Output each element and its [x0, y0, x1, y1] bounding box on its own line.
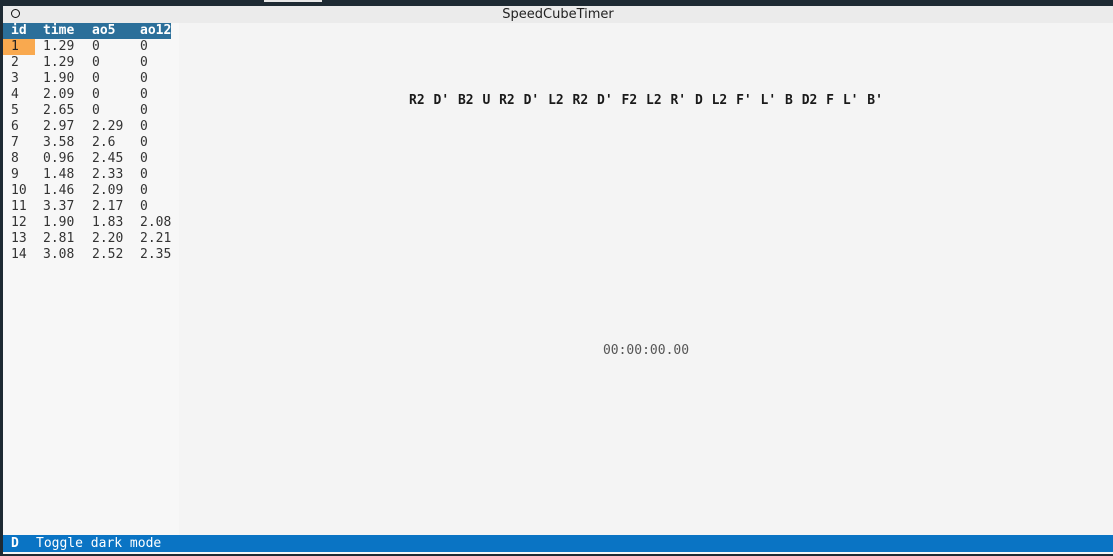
cell-ao12: 2.08 — [140, 215, 172, 230]
table-row[interactable]: 1 1.29 0 0 — [3, 39, 171, 55]
cell-ao5: 0 — [92, 55, 100, 70]
column-header-ao5[interactable]: ao5 — [84, 23, 132, 39]
cell-time: 3.08 — [43, 247, 75, 262]
cell-id: 12 — [11, 215, 27, 230]
cell-time: 1.29 — [43, 39, 75, 54]
cell-ao12: 0 — [140, 87, 148, 102]
cell-ao5: 0 — [92, 71, 100, 86]
cell-ao5: 2.45 — [92, 151, 124, 166]
cell-id: 14 — [11, 247, 27, 262]
table-row[interactable]: 3 1.90 0 0 — [3, 71, 171, 87]
cell-ao5: 2.52 — [92, 247, 124, 262]
cell-ao12: 0 — [140, 55, 148, 70]
cell-ao5: 0 — [92, 87, 100, 102]
times-table: id time ao5 ao12 1 1.29 0 0 2 1.29 0 0 3 1.90 0 0 4 2… — [3, 23, 172, 263]
cell-ao12: 0 — [140, 167, 148, 182]
cell-ao5: 0 — [92, 39, 100, 54]
main-area: R2 D' B2 U R2 D' L2 R2 D' F2 L2 R' D L2 … — [179, 23, 1113, 535]
cell-ao12: 0 — [140, 103, 148, 118]
cell-id: 1 — [3, 39, 35, 55]
timer-display: 00:00:00.00 — [602, 343, 690, 358]
app-window: SpeedCubeTimer id time ao5 ao12 1 1.29 0 0 2… — [3, 6, 1113, 554]
cell-id: 11 — [11, 199, 27, 214]
table-row[interactable]: 2 1.29 0 0 — [3, 55, 171, 71]
cell-ao12: 0 — [140, 39, 148, 54]
cell-ao12: 0 — [140, 199, 148, 214]
cell-ao12: 0 — [140, 183, 148, 198]
table-row[interactable]: 8 0.96 2.45 0 — [3, 151, 171, 167]
cell-ao12: 0 — [140, 119, 148, 134]
table-row[interactable]: 6 2.97 2.29 0 — [3, 119, 171, 135]
table-row[interactable]: 13 2.81 2.20 2.21 — [3, 231, 171, 247]
cell-time: 3.58 — [43, 135, 75, 150]
title-bar: SpeedCubeTimer — [3, 6, 1113, 23]
table-row[interactable]: 14 3.08 2.52 2.35 — [3, 247, 171, 263]
top-edge-marker — [264, 0, 322, 2]
cell-time: 3.37 — [43, 199, 75, 214]
cell-id: 8 — [11, 151, 19, 166]
footer-key[interactable]: D — [11, 535, 19, 552]
cell-time: 2.81 — [43, 231, 75, 246]
cell-id: 3 — [11, 71, 19, 86]
table-row[interactable]: 7 3.58 2.6 0 — [3, 135, 171, 151]
column-header-id[interactable]: id — [3, 23, 35, 39]
cell-id: 13 — [11, 231, 27, 246]
table-row[interactable]: 4 2.09 0 0 — [3, 87, 171, 103]
cell-ao12: 0 — [140, 135, 148, 150]
cell-ao12: 2.21 — [140, 231, 172, 246]
cell-ao5: 2.09 — [92, 183, 124, 198]
table-row[interactable]: 9 1.48 2.33 0 — [3, 167, 171, 183]
cell-time: 1.90 — [43, 215, 75, 230]
cell-ao5: 2.17 — [92, 199, 124, 214]
cell-ao5: 0 — [92, 103, 100, 118]
table-row[interactable]: 10 1.46 2.09 0 — [3, 183, 171, 199]
cell-id: 7 — [11, 135, 19, 150]
cell-ao5: 2.33 — [92, 167, 124, 182]
cell-ao12: 0 — [140, 151, 148, 166]
column-header-time[interactable]: time — [35, 23, 84, 39]
cell-time: 2.09 — [43, 87, 75, 102]
cell-time: 0.96 — [43, 151, 75, 166]
cell-id: 6 — [11, 119, 19, 134]
footer-bar: D Toggle dark mode — [3, 535, 1113, 552]
cell-id: 10 — [11, 183, 27, 198]
cell-id: 9 — [11, 167, 19, 182]
times-table-body: 1 1.29 0 0 2 1.29 0 0 3 1.90 0 0 4 2.09 0 0 5 2.65 0 0 6 2.97… — [3, 39, 171, 263]
cell-time: 1.29 — [43, 55, 75, 70]
table-row[interactable]: 12 1.90 1.83 2.08 — [3, 215, 171, 231]
cell-ao5: 2.29 — [92, 119, 124, 134]
cell-ao5: 2.20 — [92, 231, 124, 246]
cell-time: 1.48 — [43, 167, 75, 182]
scramble-text: R2 D' B2 U R2 D' L2 R2 D' F2 L2 R' D L2 … — [409, 93, 883, 108]
window-title: SpeedCubeTimer — [502, 7, 614, 22]
footer-key-label[interactable]: Toggle dark mode — [36, 535, 161, 552]
cell-id: 4 — [11, 87, 19, 102]
column-header-ao12[interactable]: ao12 — [132, 23, 172, 39]
cell-id: 2 — [11, 55, 19, 70]
cell-ao12: 0 — [140, 71, 148, 86]
cell-id: 5 — [11, 103, 19, 118]
cell-ao5: 2.6 — [92, 135, 116, 150]
cell-ao12: 2.35 — [140, 247, 172, 262]
cell-time: 2.97 — [43, 119, 75, 134]
table-row[interactable]: 11 3.37 2.17 0 — [3, 199, 171, 215]
times-panel: id time ao5 ao12 1 1.29 0 0 2 1.29 0 0 3 1.90 0 0 4 2… — [3, 23, 179, 535]
table-row[interactable]: 5 2.65 0 0 — [3, 103, 171, 119]
cell-time: 1.90 — [43, 71, 75, 86]
cell-ao5: 1.83 — [92, 215, 124, 230]
cell-time: 1.46 — [43, 183, 75, 198]
table-header-row: id time ao5 ao12 — [3, 23, 172, 39]
cell-time: 2.65 — [43, 103, 75, 118]
